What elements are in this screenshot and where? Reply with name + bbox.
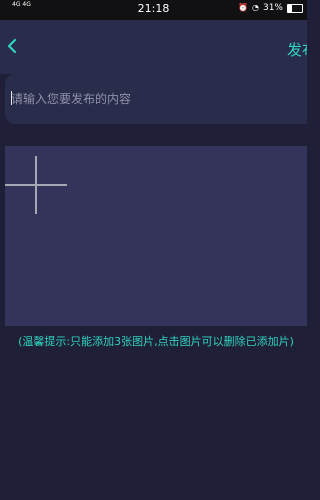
status-right: ⏰ ◔ 31%: [238, 3, 303, 13]
top-navigation: 发布: [0, 20, 307, 74]
upload-tip: (温馨提示:只能添加3张图片,点击图片可以删除已添加片): [18, 335, 294, 348]
battery-percent: 31%: [262, 3, 283, 13]
status-bar: 4G 4G 21:18 ⏰ ◔ 31%: [0, 0, 307, 20]
post-content-input[interactable]: [11, 88, 291, 110]
wifi-icon: ◔: [252, 3, 259, 12]
text-cursor: [11, 91, 12, 105]
post-content-panel: [5, 74, 307, 124]
plus-icon-vertical: [35, 156, 37, 214]
publish-button[interactable]: 发布: [287, 40, 307, 60]
alarm-icon: ⏰: [238, 3, 248, 12]
battery-icon: [287, 3, 303, 13]
image-picker-panel: [5, 146, 307, 326]
add-image-button[interactable]: [5, 156, 69, 220]
back-icon[interactable]: [5, 37, 19, 55]
